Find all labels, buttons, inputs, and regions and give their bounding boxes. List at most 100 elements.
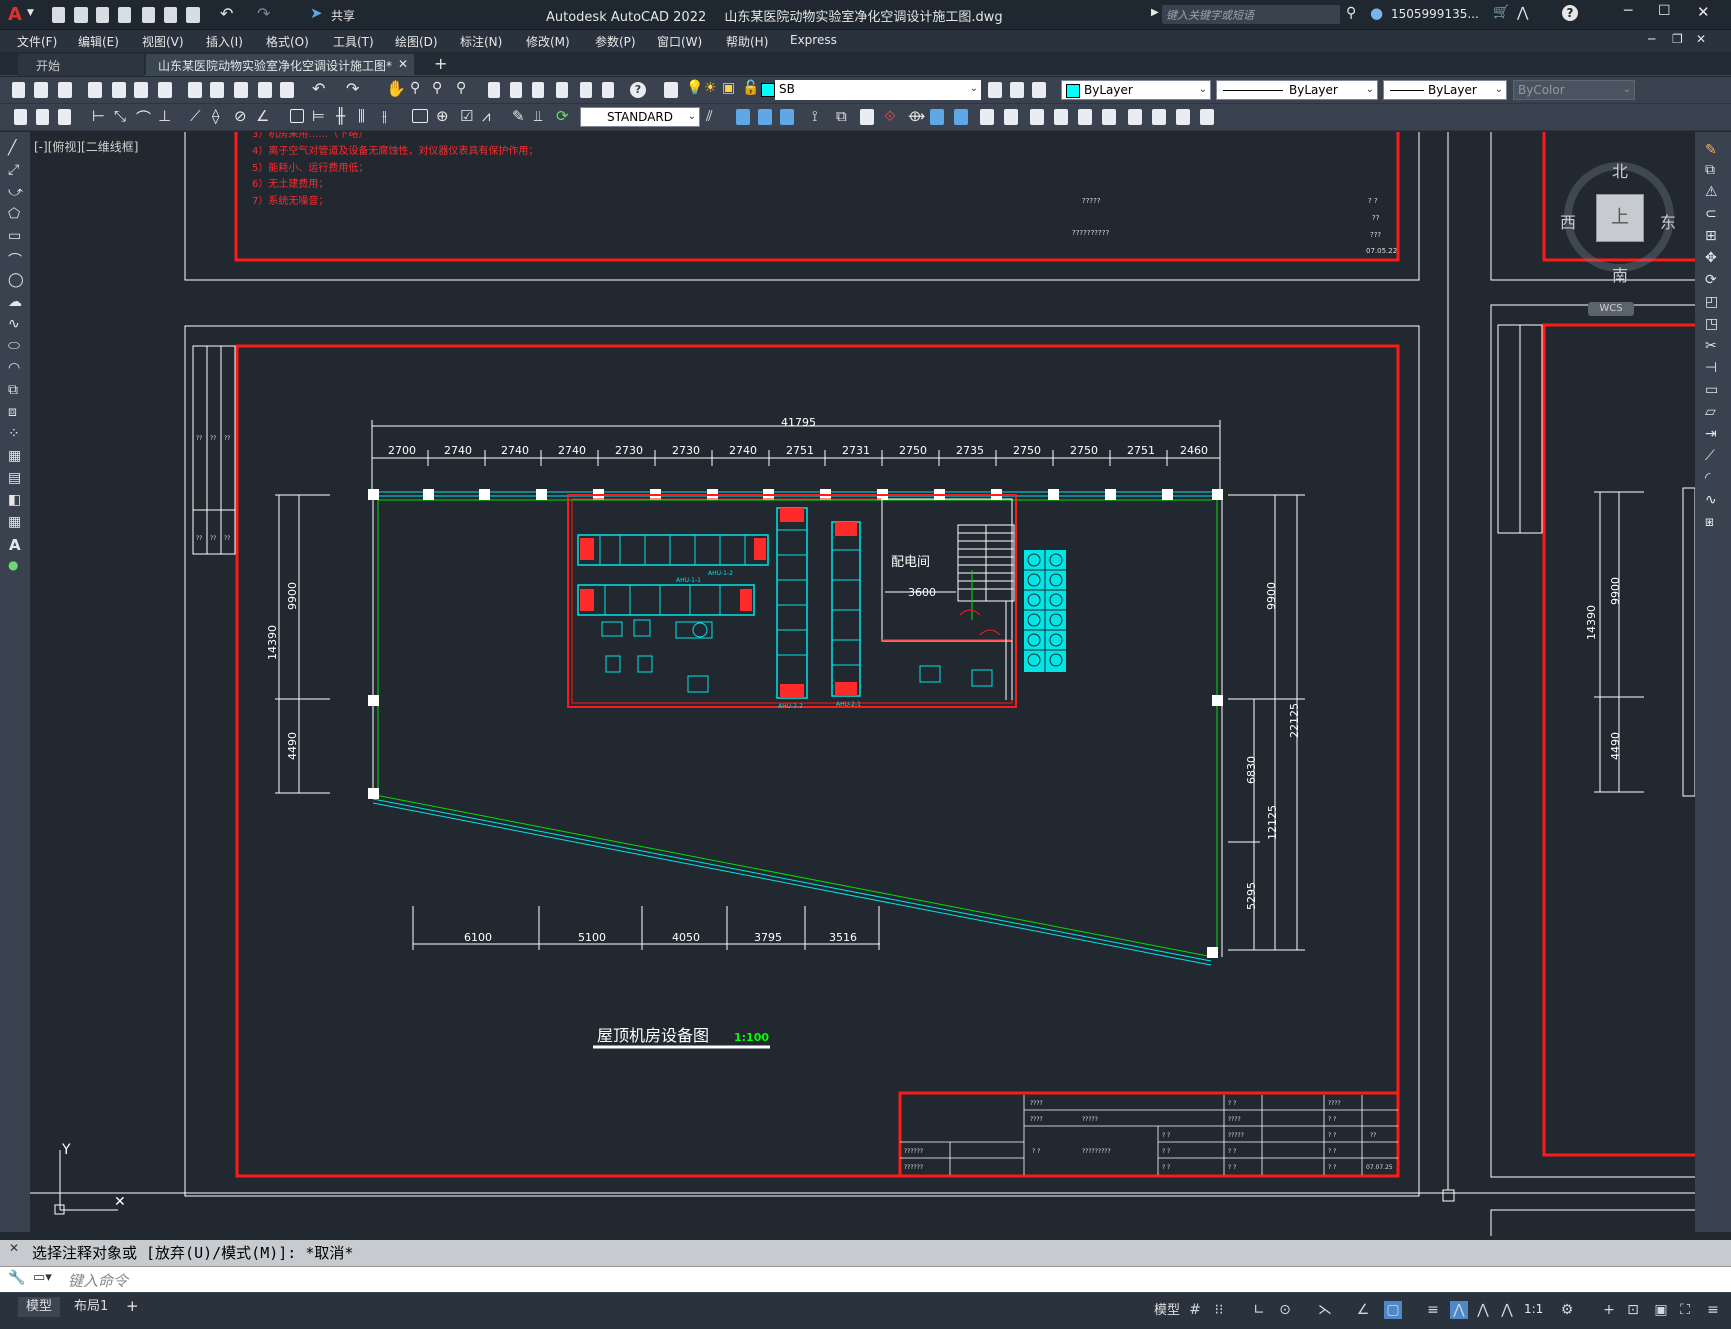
explode-icon[interactable] bbox=[1200, 109, 1214, 125]
draw-order-above-icon[interactable] bbox=[780, 109, 794, 125]
undo-icon[interactable]: ↶ bbox=[220, 4, 233, 23]
doc-minimize-icon[interactable]: ─ bbox=[1648, 32, 1655, 46]
new-icon[interactable] bbox=[12, 82, 25, 98]
tab-close-icon[interactable]: ✕ bbox=[398, 57, 408, 71]
close-command-icon[interactable]: ✕ bbox=[9, 1241, 19, 1255]
table-icon[interactable]: ▦ bbox=[8, 514, 21, 530]
trim-icon[interactable]: ✂ bbox=[1705, 338, 1717, 354]
compass-north[interactable]: 北 bbox=[1612, 158, 1628, 182]
lineweight-icon[interactable]: ≡ bbox=[1424, 1301, 1442, 1319]
preview-icon[interactable] bbox=[112, 82, 126, 98]
cut-icon[interactable] bbox=[188, 82, 202, 98]
plot-icon[interactable] bbox=[164, 7, 177, 23]
customize-icon[interactable]: 🔧 bbox=[8, 1270, 25, 1286]
offset-icon[interactable]: ⟐ bbox=[884, 107, 896, 125]
dim-update-icon[interactable]: ⟳ bbox=[556, 107, 569, 125]
ellipse-icon[interactable]: ⬭ bbox=[8, 338, 20, 354]
arc-icon[interactable]: ⌒ bbox=[8, 250, 22, 270]
dim-ordinate-icon[interactable]: ⊥ bbox=[158, 107, 171, 125]
inspect-icon[interactable]: ☑ bbox=[460, 107, 473, 125]
center-mark-icon[interactable]: ⊕ bbox=[436, 107, 449, 125]
add-selected-icon[interactable]: ● bbox=[8, 558, 18, 572]
tolerance-icon[interactable] bbox=[412, 109, 428, 123]
quick-properties-icon[interactable]: ▣ bbox=[1652, 1301, 1670, 1319]
menu-modify[interactable]: 修改(M) bbox=[526, 33, 570, 50]
aligned-dimension-icon[interactable] bbox=[58, 109, 71, 125]
make-block-icon[interactable]: ⧈ bbox=[8, 404, 17, 420]
new-tab-icon[interactable]: + bbox=[434, 54, 447, 73]
publish-icon[interactable] bbox=[142, 7, 155, 23]
layout-tab-1[interactable]: 布局1 bbox=[66, 1297, 116, 1317]
paste-icon[interactable] bbox=[234, 82, 248, 98]
copy-icon[interactable]: ⧉ bbox=[1705, 162, 1715, 178]
rotate-icon[interactable] bbox=[954, 109, 968, 125]
layer-on-icon[interactable]: 💡 bbox=[686, 80, 703, 96]
properties-icon[interactable] bbox=[488, 82, 500, 98]
share-icon[interactable]: ➤ bbox=[310, 4, 323, 22]
extend-icon[interactable] bbox=[1054, 109, 1068, 125]
recent-commands-icon[interactable]: ▭▾ bbox=[33, 1270, 52, 1285]
quick-dim-icon[interactable] bbox=[290, 109, 304, 123]
open-icon[interactable] bbox=[34, 82, 48, 98]
save-icon[interactable] bbox=[58, 82, 72, 98]
compass-south[interactable]: 南 bbox=[1612, 262, 1628, 286]
polar-icon[interactable]: ⊙ bbox=[1276, 1301, 1294, 1319]
menu-view[interactable]: 视图(V) bbox=[142, 33, 184, 50]
save-icon[interactable] bbox=[96, 7, 109, 23]
design-center-icon[interactable] bbox=[510, 82, 522, 98]
sheet-set-icon[interactable] bbox=[556, 82, 568, 98]
draw-order-back-icon[interactable] bbox=[758, 109, 772, 125]
menu-dimension[interactable]: 标注(N) bbox=[460, 33, 502, 50]
blend-curves-icon[interactable]: ∿ bbox=[1705, 492, 1717, 508]
scale-icon[interactable]: ◰ bbox=[1705, 294, 1718, 310]
menu-tools[interactable]: 工具(T) bbox=[333, 33, 374, 50]
menu-parametric[interactable]: 参数(P) bbox=[595, 33, 636, 50]
menu-edit[interactable]: 编辑(E) bbox=[78, 33, 119, 50]
polygon-icon[interactable]: ⬠ bbox=[8, 206, 20, 222]
save-as-icon[interactable] bbox=[118, 7, 131, 23]
grid-icon[interactable]: # bbox=[1186, 1301, 1204, 1319]
autodesk-app-icon[interactable]: ⋀ bbox=[1517, 5, 1528, 21]
search-icon[interactable]: ⚲ bbox=[1346, 5, 1356, 21]
redo-icon[interactable]: ↷ bbox=[257, 4, 270, 23]
publish-icon[interactable] bbox=[134, 82, 148, 98]
clean-screen-icon[interactable]: ⛶ bbox=[1676, 1301, 1694, 1319]
rotate-icon[interactable]: ⟳ bbox=[1705, 272, 1717, 288]
help-icon[interactable]: ? bbox=[630, 82, 646, 98]
fillet-icon[interactable] bbox=[1152, 109, 1166, 125]
construction-line-icon[interactable]: ⤢ bbox=[8, 162, 19, 178]
quick-dimension-icon[interactable] bbox=[14, 109, 27, 125]
draw-order-front-icon[interactable] bbox=[736, 109, 750, 125]
fillet-icon[interactable]: ◜ bbox=[1705, 470, 1710, 486]
erase-icon[interactable]: ⟟ bbox=[812, 107, 818, 125]
layer-dropdown[interactable]: SB ⌄ bbox=[775, 80, 981, 100]
break-icon[interactable] bbox=[1078, 109, 1092, 125]
customization-icon[interactable]: ≡ bbox=[1704, 1301, 1722, 1319]
move-icon[interactable] bbox=[930, 109, 944, 125]
snap-icon[interactable]: ⁝⁝ bbox=[1210, 1301, 1228, 1319]
multiline-text-icon[interactable]: A bbox=[9, 536, 21, 554]
rectangle-icon[interactable]: ▭ bbox=[8, 228, 21, 244]
spline-icon[interactable]: ∿ bbox=[8, 316, 20, 332]
menu-draw[interactable]: 绘图(D) bbox=[395, 33, 438, 50]
chamfer-icon[interactable]: ⟋ bbox=[1705, 448, 1715, 464]
dim-angular-icon[interactable]: ∠ bbox=[256, 107, 269, 125]
dim-jogged-icon[interactable]: ⟠ bbox=[212, 107, 219, 125]
insert-block-icon[interactable]: ⧉ bbox=[8, 382, 18, 398]
chamfer-icon[interactable] bbox=[1128, 109, 1142, 125]
annotation-monitor-icon[interactable]: + bbox=[1600, 1301, 1618, 1319]
move-icon[interactable]: ✥ bbox=[1705, 250, 1717, 266]
3d-dwf-icon[interactable] bbox=[158, 82, 172, 98]
help-icon[interactable]: ? bbox=[1562, 5, 1578, 21]
wcs-menu[interactable]: WCS bbox=[1588, 302, 1634, 316]
calculator-icon[interactable] bbox=[602, 82, 614, 98]
region-icon[interactable]: ◧ bbox=[8, 492, 21, 508]
tool-palettes-icon[interactable] bbox=[532, 82, 544, 98]
annotation-scale-value[interactable]: 1:1 bbox=[1524, 1302, 1543, 1316]
menu-format[interactable]: 格式(O) bbox=[266, 33, 309, 50]
stretch-icon[interactable]: ◳ bbox=[1705, 316, 1718, 332]
erase-icon[interactable]: ✎ bbox=[1705, 142, 1717, 158]
gradient-icon[interactable]: ▤ bbox=[8, 470, 21, 486]
linear-dimension-icon[interactable] bbox=[36, 109, 49, 125]
layer-previous-icon[interactable] bbox=[1010, 82, 1024, 98]
